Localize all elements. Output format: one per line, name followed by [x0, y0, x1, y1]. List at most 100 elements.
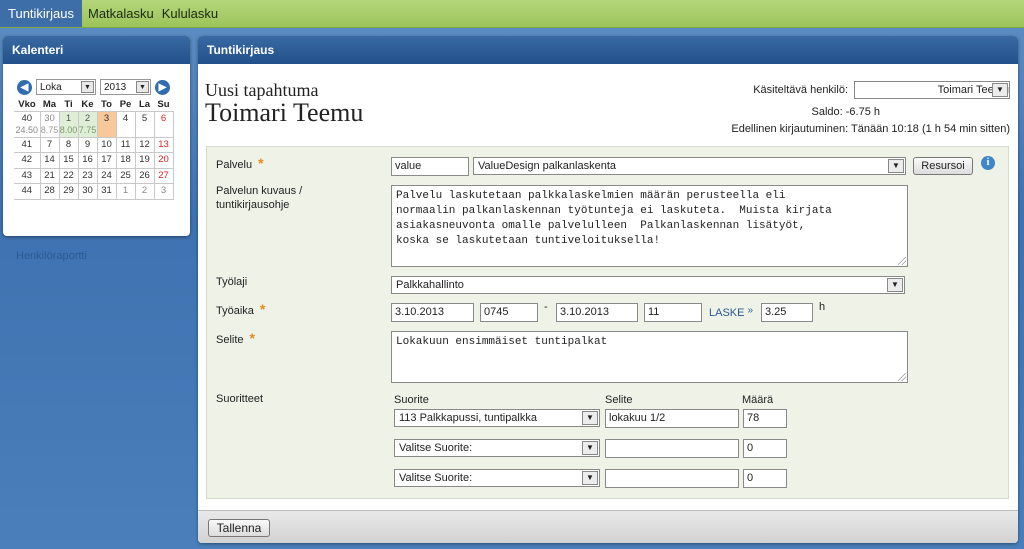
col-selite: Selite	[605, 394, 633, 406]
calendar-day[interactable]: 14	[39, 152, 60, 169]
required-icon: *	[258, 155, 264, 171]
tyolaji-label: Työlaji	[216, 276, 248, 288]
palvelu-code-input[interactable]: value	[391, 157, 469, 176]
calendar-day[interactable]: 17	[96, 152, 117, 169]
start-time-input[interactable]: 0745	[480, 303, 538, 322]
suorite-selite-input[interactable]	[605, 469, 739, 488]
calendar-day[interactable]: 15	[58, 152, 79, 169]
week-number: 41	[14, 136, 41, 153]
calendar-day[interactable]: 3	[96, 110, 117, 138]
col-maara: Määrä	[742, 394, 774, 406]
hours-unit: h	[819, 301, 826, 313]
week-number: 44	[14, 183, 41, 200]
calendar-day[interactable]: 16	[77, 152, 98, 169]
calendar-header-cell: Ke	[81, 98, 94, 110]
info-icon[interactable]: i	[981, 156, 995, 170]
calendar-day[interactable]: 3	[153, 183, 174, 200]
calendar-day[interactable]: 4	[115, 110, 136, 138]
end-time-input[interactable]: 11	[644, 303, 702, 322]
calendar-day[interactable]: 20	[153, 152, 174, 169]
calendar-day[interactable]: 28	[39, 183, 60, 200]
calendar-day[interactable]: 31	[96, 183, 117, 200]
save-button[interactable]: Tallenna	[208, 519, 270, 537]
col-suorite: Suorite	[394, 394, 429, 406]
laske-link[interactable]: LASKE »	[709, 305, 753, 319]
calendar-day[interactable]: 13	[153, 136, 174, 153]
calendar-day[interactable]: 7	[39, 136, 60, 153]
calendar-day[interactable]: 1 8.00	[58, 110, 79, 138]
suorite-selite-input[interactable]: lokakuu 1/2	[605, 409, 739, 428]
week-number: 40 24.50	[14, 110, 41, 138]
selite-label: Selite *	[216, 330, 255, 346]
calendar-day[interactable]: 9	[77, 136, 98, 153]
calendar-day[interactable]: 27	[153, 167, 174, 184]
calendar-day[interactable]: 19	[134, 152, 155, 169]
year-select[interactable]: 2013 ▼	[100, 79, 151, 95]
calendar-day[interactable]: 2	[134, 183, 155, 200]
main-panel-title: Tuntikirjaus	[198, 36, 1018, 64]
calendar-day[interactable]: 30	[77, 183, 98, 200]
suorite-value: Valitse Suorite:	[399, 442, 473, 454]
calendar-day[interactable]: 10	[96, 136, 117, 153]
calendar-day[interactable]: 5	[134, 110, 155, 138]
henkiloraportti-link[interactable]: Henkilöraportti	[16, 250, 87, 262]
calendar-day[interactable]: 22	[58, 167, 79, 184]
suorite-select[interactable]: 113 Palkkapussi, tuntipalkka ▼	[394, 409, 600, 427]
suorite-maara-input[interactable]: 0	[743, 469, 787, 488]
calendar-day[interactable]: 25	[115, 167, 136, 184]
calendar-day[interactable]: 21	[39, 167, 60, 184]
calendar-title: Kalenteri	[3, 36, 190, 64]
hours-input[interactable]: 3.25	[761, 303, 813, 322]
suorite-selite-input[interactable]	[605, 439, 739, 458]
tab-kululasku[interactable]: Kululasku	[158, 0, 222, 27]
calendar-day[interactable]: 1	[115, 183, 136, 200]
kuvaus-textarea[interactable]: Palvelu laskutetaan palkkalaskelmien mää…	[391, 185, 908, 267]
calendar-grid: Vko Ma Ti Ke To Pe La Su 40 24.50 30 8.75 1 8.00 2 7.7…	[14, 98, 174, 200]
calendar-header-cell: Vko	[18, 98, 36, 110]
calendar-day[interactable]: 12	[134, 136, 155, 153]
calendar-day[interactable]: 6	[153, 110, 174, 138]
tab-matkalasku[interactable]: Matkalasku	[82, 0, 158, 27]
kuvaus-label: Palvelun kuvaus / tuntikirjausohje	[216, 185, 303, 211]
suorite-select[interactable]: Valitse Suorite: ▼	[394, 439, 600, 457]
resize-handle-icon[interactable]	[898, 257, 906, 265]
calendar-day[interactable]: 29	[58, 183, 79, 200]
calendar-day[interactable]: 2 7.75	[77, 110, 98, 138]
chevron-down-icon: ▼	[887, 278, 903, 292]
person-select[interactable]: Toimari Teemu ▼	[854, 81, 1010, 99]
suorite-select[interactable]: Valitse Suorite: ▼	[394, 469, 600, 487]
resize-handle-icon[interactable]	[898, 373, 906, 381]
calendar-header-cell: To	[101, 98, 112, 110]
calendar-day[interactable]: 30 8.75	[39, 110, 60, 138]
calendar-day[interactable]: 18	[115, 152, 136, 169]
calendar-day[interactable]: 23	[77, 167, 98, 184]
suorite-maara-input[interactable]: 78	[743, 409, 787, 428]
suorite-value: 113 Palkkapussi, tuntipalkka	[399, 412, 537, 424]
chevron-down-icon: ▼	[582, 411, 598, 425]
month-select[interactable]: Loka ▼	[36, 79, 96, 95]
suoritteet-label: Suoritteet	[216, 393, 264, 405]
saldo-text: Saldo: -6.75 h	[811, 106, 881, 118]
required-icon: *	[259, 301, 266, 317]
resursoi-button[interactable]: Resursoi	[913, 157, 973, 175]
calendar-day[interactable]: 11	[115, 136, 136, 153]
chevron-down-icon: ▼	[136, 81, 149, 93]
next-month-icon[interactable]: ▶	[155, 79, 170, 95]
calendar-header-cell: Ti	[64, 98, 73, 110]
suorite-maara-input[interactable]: 0	[743, 439, 787, 458]
calendar-header-cell: Ma	[42, 98, 57, 110]
tyolaji-select[interactable]: Palkkahallinto ▼	[391, 276, 905, 294]
selite-textarea[interactable]: Lokakuun ensimmäiset tuntipalkat	[391, 331, 908, 383]
tab-tuntikirjaus[interactable]: Tuntikirjaus	[0, 0, 82, 27]
main-panel: Tuntikirjaus Uusi tapahtuma Toimari Teem…	[198, 36, 1018, 543]
end-date-input[interactable]: 3.10.2013	[556, 303, 638, 322]
start-date-input[interactable]: 3.10.2013	[391, 303, 474, 322]
palvelu-value: ValueDesign palkanlaskenta	[478, 160, 616, 172]
year-value: 2013	[104, 81, 127, 93]
prev-month-icon[interactable]: ◀	[17, 79, 32, 95]
palvelu-select[interactable]: ValueDesign palkanlaskenta ▼	[473, 157, 906, 175]
chevron-down-icon: ▼	[888, 159, 904, 173]
calendar-day[interactable]: 26	[134, 167, 155, 184]
calendar-day[interactable]: 8	[58, 136, 79, 153]
calendar-day[interactable]: 24	[96, 167, 117, 184]
